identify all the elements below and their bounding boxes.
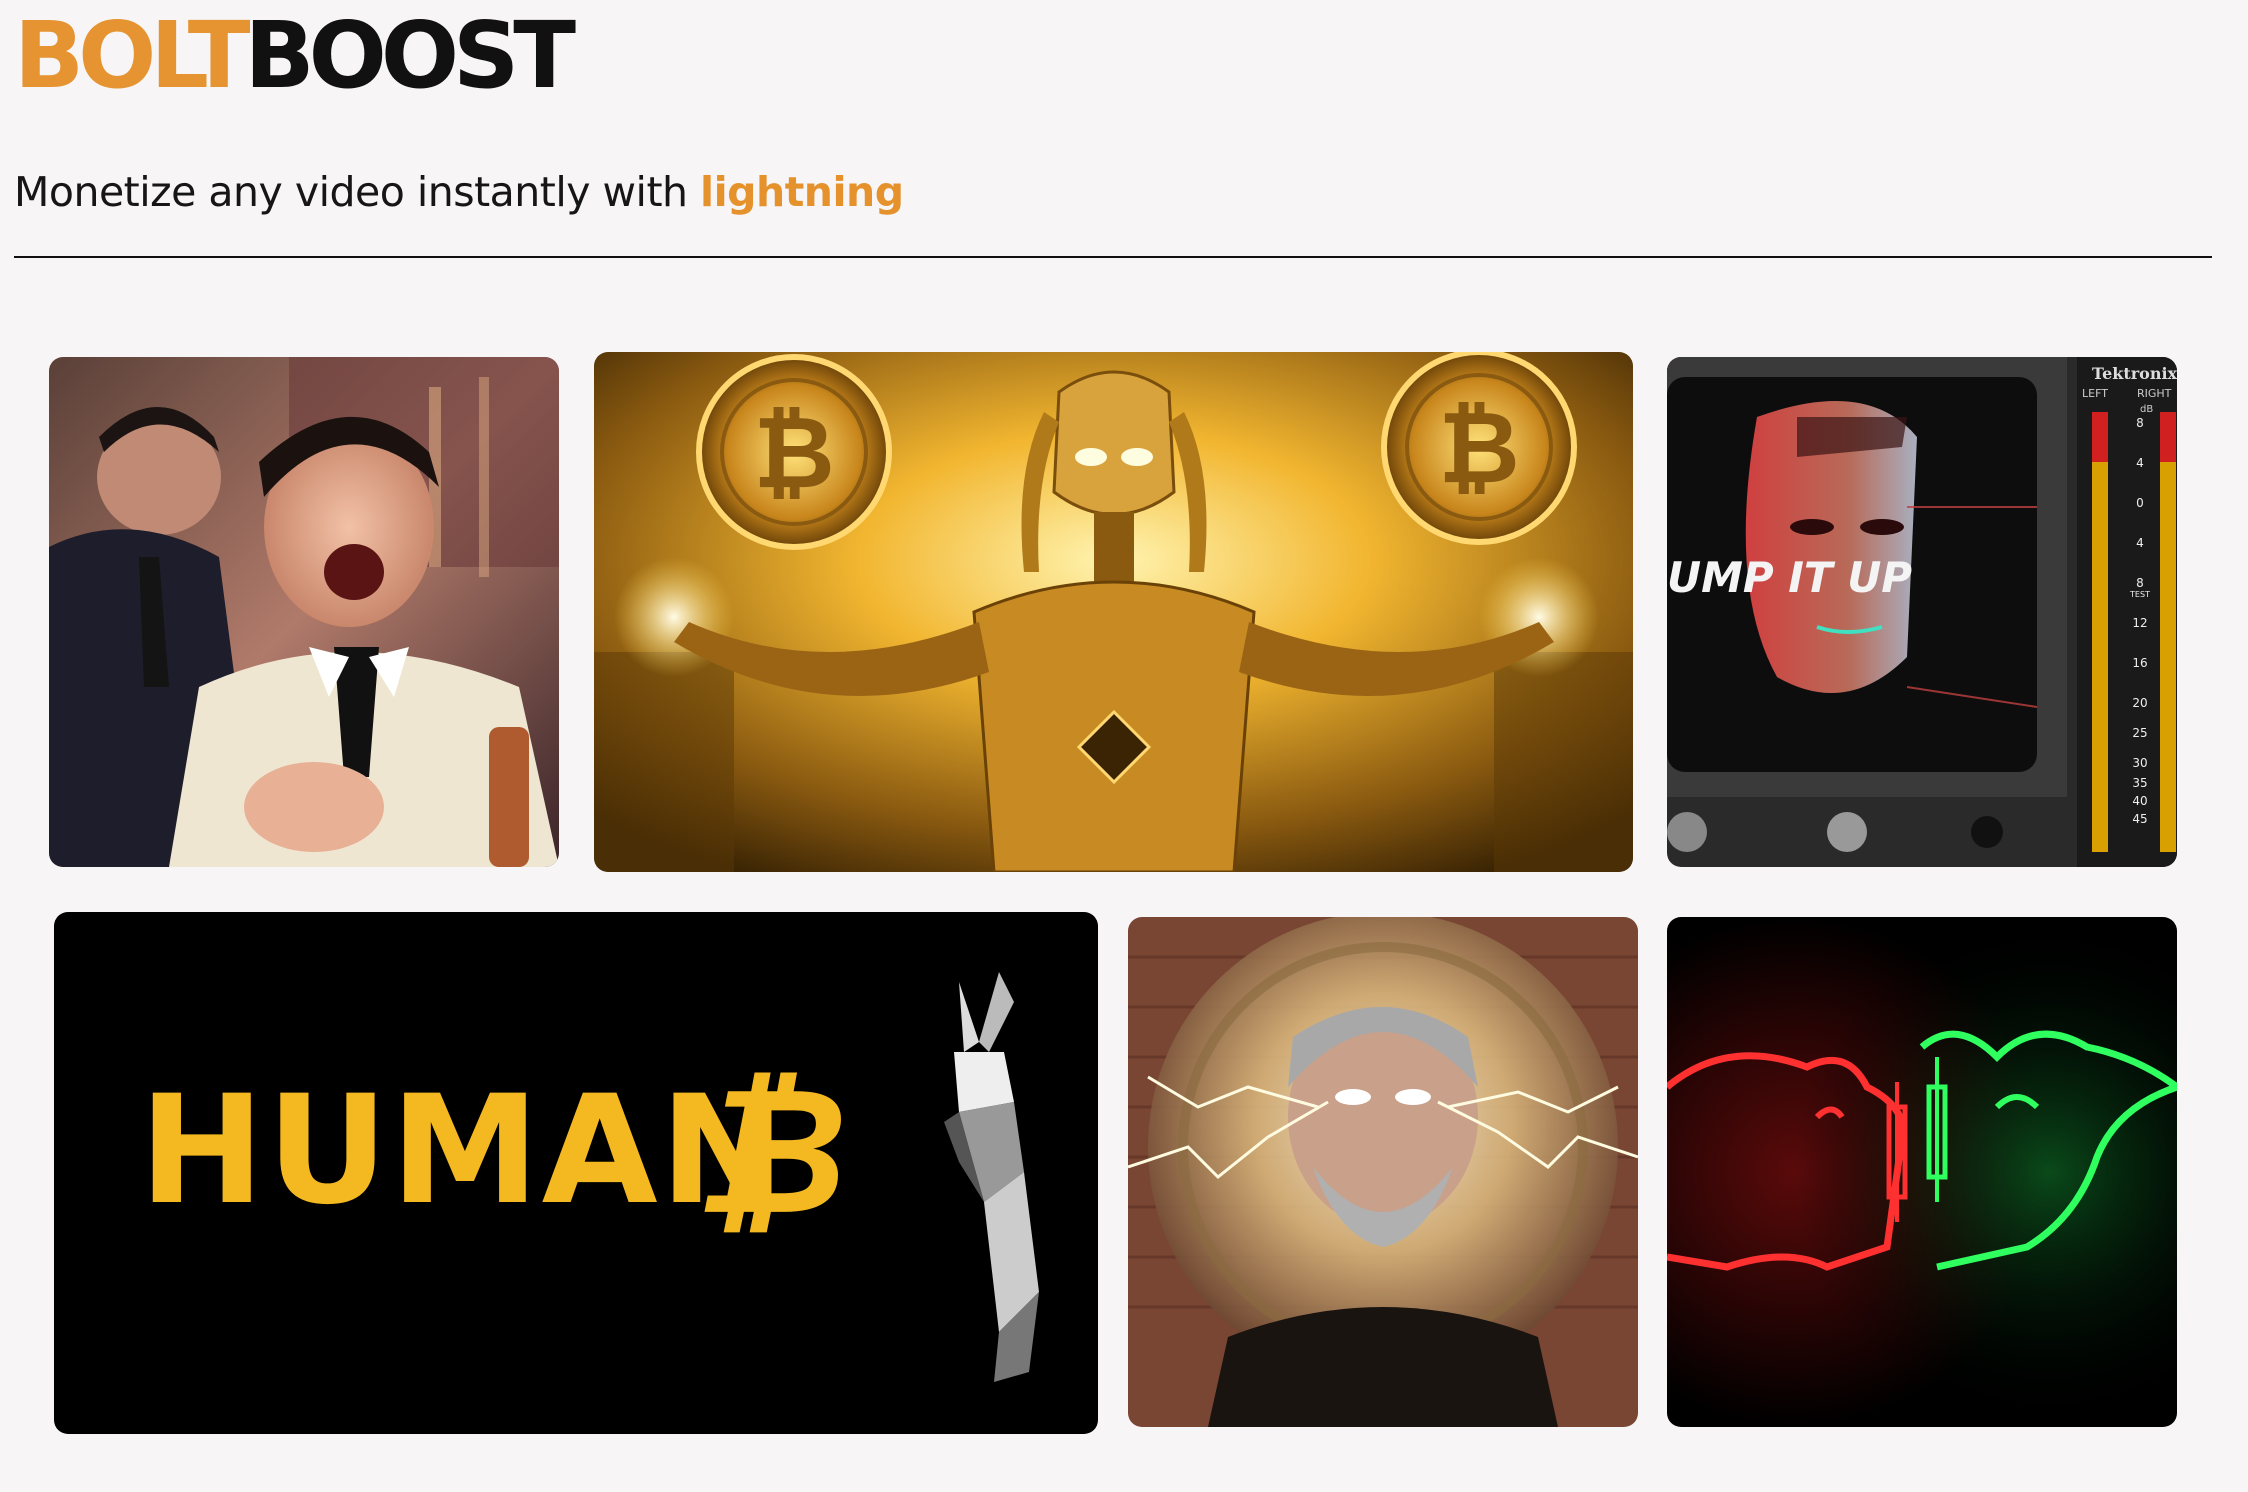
pump-it-up-image: UMP IT UP Tektronix LEFT RIGHT dB 8 4 0 … bbox=[1667, 357, 2177, 867]
meter-tick: 25 bbox=[2132, 726, 2147, 740]
tagline: Monetize any video instantly with lightn… bbox=[14, 162, 904, 222]
brand-logo[interactable]: BOLTBOOST bbox=[14, 6, 576, 106]
meter-tick: 8 bbox=[2136, 576, 2144, 590]
pump-overlay-text: UMP IT UP bbox=[1667, 553, 1912, 602]
meter-tick: 8 bbox=[2136, 416, 2144, 430]
header-divider bbox=[14, 256, 2212, 258]
meter-tick: 0 bbox=[2136, 496, 2144, 510]
meter-tick: 40 bbox=[2132, 794, 2147, 808]
tektronix-brand: Tektronix bbox=[2092, 364, 2177, 383]
golden-robot-image: ₿ ₿ bbox=[594, 352, 1633, 872]
meter-unit-label: dB bbox=[2140, 404, 2153, 415]
meter-tick: 12 bbox=[2132, 616, 2147, 630]
lightning-man-image bbox=[1128, 917, 1638, 1427]
meter-tick: 45 bbox=[2132, 812, 2147, 826]
tagline-highlight: lightning bbox=[700, 168, 904, 216]
meter-tick: 35 bbox=[2132, 776, 2147, 790]
video-thumbnail-laughing-men[interactable] bbox=[49, 357, 559, 867]
human-b-image: HUMAN ₿ bbox=[54, 912, 1098, 1434]
tagline-prefix: Monetize any video instantly with bbox=[14, 168, 701, 216]
brand-logo-part2: BOOST bbox=[244, 2, 576, 109]
svg-text:₿: ₿ bbox=[1438, 389, 1520, 506]
video-thumbnail-golden-robot[interactable]: ₿ ₿ bbox=[594, 352, 1633, 872]
meter-tick: 4 bbox=[2136, 536, 2144, 550]
meter-test-label: TEST bbox=[2129, 590, 2150, 599]
meter-tick: 16 bbox=[2132, 656, 2147, 670]
video-thumbnail-lightning-man[interactable] bbox=[1128, 917, 1638, 1427]
video-thumbnail-neon-bull-bear[interactable] bbox=[1667, 917, 2177, 1427]
video-thumbnail-human-b[interactable]: HUMAN ₿ bbox=[54, 912, 1098, 1434]
meter-tick: 4 bbox=[2136, 456, 2144, 470]
meter-tick: 30 bbox=[2132, 756, 2147, 770]
svg-text:₿: ₿ bbox=[753, 394, 835, 511]
human-text: HUMAN bbox=[139, 1064, 787, 1238]
bitcoin-symbol: ₿ bbox=[694, 1051, 847, 1254]
brand-logo-part1: BOLT bbox=[14, 2, 250, 109]
laughing-men-image bbox=[49, 357, 559, 867]
meter-right-label: RIGHT bbox=[2137, 387, 2172, 400]
neon-bull-bear-image bbox=[1667, 917, 2177, 1427]
meter-left-label: LEFT bbox=[2082, 387, 2108, 400]
meter-tick: 20 bbox=[2132, 696, 2147, 710]
video-thumbnail-pump-it-up[interactable]: UMP IT UP Tektronix LEFT RIGHT dB 8 4 0 … bbox=[1667, 357, 2177, 867]
